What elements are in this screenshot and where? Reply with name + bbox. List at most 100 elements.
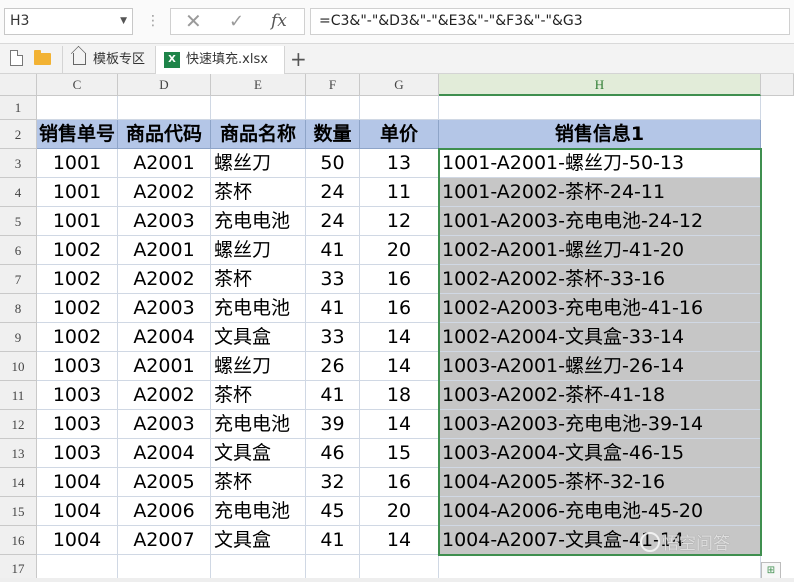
data-cell[interactable]: 14: [360, 323, 439, 352]
data-cell[interactable]: 充电电池: [211, 207, 306, 236]
data-cell[interactable]: A2003: [118, 294, 211, 323]
sales-info-cell[interactable]: 1003-A2001-螺丝刀-26-14: [439, 352, 761, 381]
sales-info-cell[interactable]: 1003-A2004-文具盒-46-15: [439, 439, 761, 468]
data-cell[interactable]: 1003: [37, 352, 118, 381]
row-header-12[interactable]: 12: [0, 410, 37, 439]
chevron-down-icon[interactable]: ▼: [120, 9, 127, 34]
header-cell[interactable]: 商品名称: [211, 120, 306, 149]
column-header-f[interactable]: F: [306, 74, 360, 96]
data-cell[interactable]: 41: [306, 526, 360, 555]
select-all-corner[interactable]: [0, 74, 37, 96]
sales-info-cell[interactable]: 1001-A2002-茶杯-24-11: [439, 178, 761, 207]
data-cell[interactable]: 33: [306, 323, 360, 352]
empty-cell[interactable]: [118, 96, 211, 120]
spreadsheet-grid[interactable]: C D E F G H 1 2 3 4 5 6 7 8 9 10 11 12 13 14 15 16 17 销售单号 商品代码商…: [0, 74, 794, 582]
header-cell[interactable]: 销售单号: [37, 120, 118, 149]
row-header-14[interactable]: 14: [0, 468, 37, 497]
data-cell[interactable]: 18: [360, 381, 439, 410]
data-cell[interactable]: A2002: [118, 381, 211, 410]
empty-cell[interactable]: [439, 96, 761, 120]
data-cell[interactable]: A2005: [118, 468, 211, 497]
data-cell[interactable]: 32: [306, 468, 360, 497]
row-header-6[interactable]: 6: [0, 236, 37, 265]
data-cell[interactable]: 充电电池: [211, 294, 306, 323]
row-header-10[interactable]: 10: [0, 352, 37, 381]
sales-info-cell[interactable]: 1004-A2005-茶杯-32-16: [439, 468, 761, 497]
data-cell[interactable]: 螺丝刀: [211, 149, 306, 178]
data-cell[interactable]: 33: [306, 265, 360, 294]
data-cell[interactable]: A2006: [118, 497, 211, 526]
data-cell[interactable]: 16: [360, 294, 439, 323]
data-cell[interactable]: 26: [306, 352, 360, 381]
row-header-2[interactable]: 2: [0, 120, 37, 149]
data-cell[interactable]: 1003: [37, 381, 118, 410]
horizontal-scrollbar[interactable]: [0, 578, 794, 582]
data-cell[interactable]: 13: [360, 149, 439, 178]
empty-cell[interactable]: [37, 96, 118, 120]
add-tab-button[interactable]: +: [290, 46, 310, 74]
folder-icon[interactable]: [34, 50, 51, 65]
more-vertical-icon[interactable]: ⋮: [146, 12, 160, 30]
data-cell[interactable]: A2004: [118, 439, 211, 468]
row-header-16[interactable]: 16: [0, 526, 37, 555]
data-cell[interactable]: 茶杯: [211, 381, 306, 410]
data-cell[interactable]: 螺丝刀: [211, 236, 306, 265]
data-cell[interactable]: 41: [306, 381, 360, 410]
data-cell[interactable]: A2002: [118, 178, 211, 207]
data-cell[interactable]: 24: [306, 207, 360, 236]
row-header-7[interactable]: 7: [0, 265, 37, 294]
data-cell[interactable]: 16: [360, 468, 439, 497]
sales-info-cell[interactable]: 1003-A2002-茶杯-41-18: [439, 381, 761, 410]
header-cell[interactable]: 单价: [360, 120, 439, 149]
row-header-15[interactable]: 15: [0, 497, 37, 526]
data-cell[interactable]: 15: [360, 439, 439, 468]
column-header-c[interactable]: C: [37, 74, 118, 96]
row-header-3[interactable]: 3: [0, 149, 37, 178]
sales-info-cell[interactable]: 1002-A2004-文具盒-33-14: [439, 323, 761, 352]
data-cell[interactable]: 41: [306, 236, 360, 265]
formula-input[interactable]: =C3&"-"&D3&"-"&E3&"-"&F3&"-"&G3: [310, 8, 790, 35]
row-header-11[interactable]: 11: [0, 381, 37, 410]
data-cell[interactable]: 1002: [37, 294, 118, 323]
data-cell[interactable]: 20: [360, 497, 439, 526]
empty-cell[interactable]: [211, 96, 306, 120]
sales-info-cell[interactable]: 1001-A2003-充电电池-24-12: [439, 207, 761, 236]
data-cell[interactable]: 16: [360, 265, 439, 294]
row-header-9[interactable]: 9: [0, 323, 37, 352]
data-cell[interactable]: 1002: [37, 265, 118, 294]
confirm-icon[interactable]: ✓: [229, 9, 244, 34]
data-cell[interactable]: A2002: [118, 265, 211, 294]
data-cell[interactable]: 1002: [37, 236, 118, 265]
data-cell[interactable]: 文具盒: [211, 323, 306, 352]
data-cell[interactable]: 螺丝刀: [211, 352, 306, 381]
data-cell[interactable]: 41: [306, 294, 360, 323]
data-cell[interactable]: 1001: [37, 149, 118, 178]
data-cell[interactable]: 充电电池: [211, 497, 306, 526]
sales-info-cell[interactable]: 1001-A2001-螺丝刀-50-13: [439, 149, 761, 178]
data-cell[interactable]: 1003: [37, 439, 118, 468]
data-cell[interactable]: 1001: [37, 207, 118, 236]
data-cell[interactable]: A2007: [118, 526, 211, 555]
data-cell[interactable]: 11: [360, 178, 439, 207]
empty-cell[interactable]: [360, 96, 439, 120]
data-cell[interactable]: 39: [306, 410, 360, 439]
data-cell[interactable]: 14: [360, 352, 439, 381]
data-cell[interactable]: A2001: [118, 149, 211, 178]
sales-info-cell[interactable]: 1002-A2001-螺丝刀-41-20: [439, 236, 761, 265]
data-cell[interactable]: 茶杯: [211, 265, 306, 294]
data-cell[interactable]: 1002: [37, 323, 118, 352]
data-cell[interactable]: 茶杯: [211, 468, 306, 497]
cancel-icon[interactable]: ✕: [185, 9, 202, 34]
row-header-8[interactable]: 8: [0, 294, 37, 323]
header-cell[interactable]: 数量: [306, 120, 360, 149]
data-cell[interactable]: A2003: [118, 207, 211, 236]
name-box[interactable]: H3 ▼: [4, 8, 133, 35]
data-cell[interactable]: 1003: [37, 410, 118, 439]
data-cell[interactable]: 1001: [37, 178, 118, 207]
tab-template-zone[interactable]: 模板专区: [62, 46, 154, 74]
row-header-1[interactable]: 1: [0, 96, 37, 120]
row-header-4[interactable]: 4: [0, 178, 37, 207]
sales-info-cell[interactable]: 1004-A2006-充电电池-45-20: [439, 497, 761, 526]
sales-info-cell[interactable]: 1002-A2002-茶杯-33-16: [439, 265, 761, 294]
header-cell[interactable]: 销售信息1: [439, 120, 761, 149]
